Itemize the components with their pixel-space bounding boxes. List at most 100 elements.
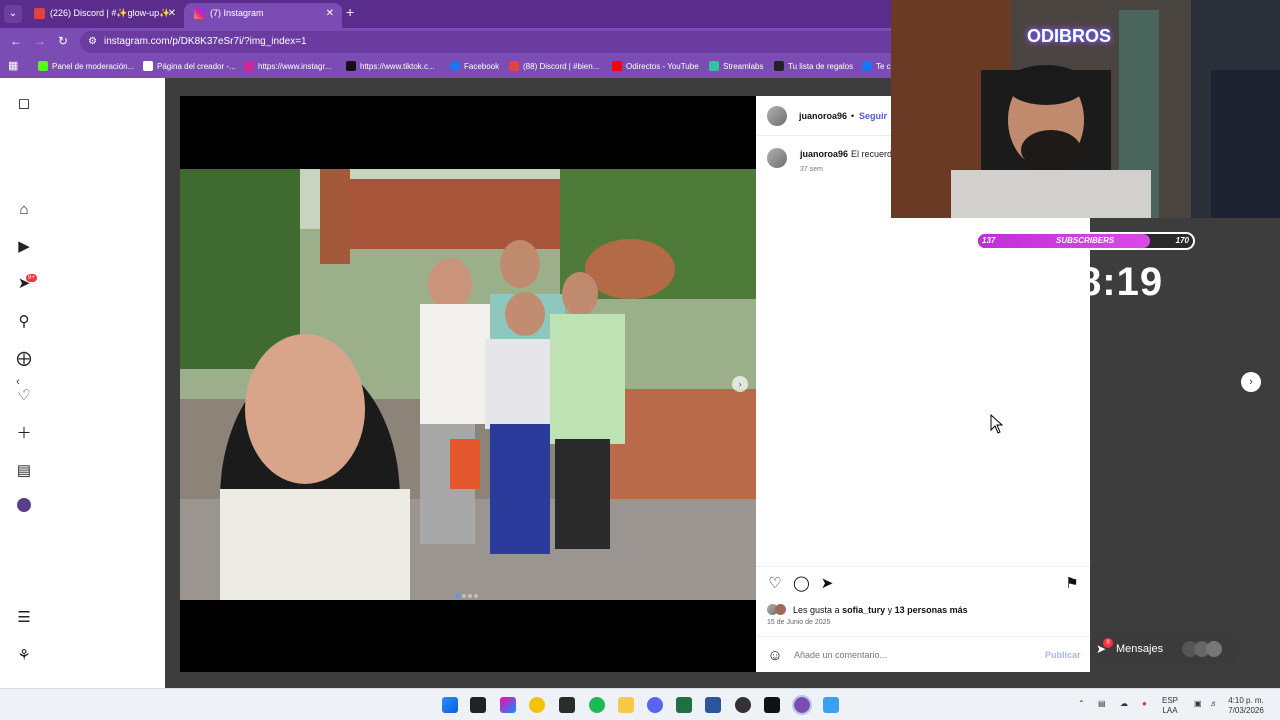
chrome-profile-icon[interactable] <box>792 695 812 715</box>
tab-instagram[interactable]: (7) Instagram ✕ <box>184 3 342 28</box>
start-icon[interactable] <box>442 697 458 713</box>
bookmark-item[interactable]: Te c <box>862 61 891 71</box>
forward-icon[interactable]: → <box>34 34 46 48</box>
explore-icon[interactable]: ⨁ <box>14 349 34 369</box>
chevron-up-icon[interactable]: ⌃ <box>1078 699 1085 709</box>
cloud-icon[interactable]: ☁ <box>1120 699 1128 709</box>
profile-icon[interactable] <box>14 498 34 518</box>
volume-icon[interactable]: ♬ <box>1210 699 1218 709</box>
like-icon[interactable]: ♡ <box>767 576 783 592</box>
emoji-icon[interactable]: ☺ <box>767 648 783 664</box>
photos-icon[interactable] <box>823 697 839 713</box>
save-bookmark-icon[interactable]: ⚑ <box>1064 576 1080 592</box>
tab-discord[interactable]: (226) Discord | #✨glow-up✨ ✕ <box>24 3 184 28</box>
apps-grid-icon[interactable]: ▦ <box>8 59 18 72</box>
caption-avatar[interactable] <box>767 148 787 168</box>
bookmark-item[interactable]: Tu lista de regalos <box>774 61 853 71</box>
publish-button[interactable]: Publicar <box>1045 650 1081 660</box>
bookmark-item[interactable]: https://www.tiktok.c... <box>346 61 435 71</box>
avatar <box>1206 641 1222 657</box>
site-info-icon[interactable]: ⚙ <box>88 31 97 53</box>
chrome-icon[interactable] <box>529 697 545 713</box>
subs-label: SUBSCRIBERS <box>1056 236 1115 245</box>
instagram-icon[interactable]: ◻ <box>14 94 34 114</box>
carousel-dot <box>474 594 478 598</box>
caption-time: 37 sem <box>800 166 823 173</box>
tab-search-button[interactable]: ⌄ <box>4 5 22 23</box>
tab-title: (7) Instagram <box>210 8 264 18</box>
obs-icon[interactable] <box>735 697 751 713</box>
author-avatar[interactable] <box>767 106 787 126</box>
caption-text: El recuerd <box>851 149 893 159</box>
bookmark-item[interactable]: Streamlabs <box>709 61 763 71</box>
bookmark-item[interactable]: Odirectos - YouTube <box>612 61 699 71</box>
spotify-icon[interactable] <box>589 697 605 713</box>
tab-title: (226) Discord | #✨glow-up✨ <box>50 8 171 18</box>
author-username[interactable]: juanoroa96 <box>799 111 847 121</box>
close-tab-icon[interactable]: ✕ <box>168 3 176 24</box>
language-indicator[interactable]: ESP LAA <box>1162 696 1178 716</box>
subs-current: 137 <box>982 236 996 245</box>
search-icon[interactable]: ⚲ <box>14 312 34 332</box>
reels-icon[interactable]: ▶ <box>14 237 34 257</box>
likes-user[interactable]: sofia_tury <box>842 605 885 615</box>
liker-avatar <box>775 604 786 615</box>
menu-icon[interactable]: ☰ <box>14 608 34 628</box>
copilot-icon[interactable] <box>500 697 516 713</box>
bookmark-item[interactable]: https://www.instagr... <box>244 61 331 71</box>
discord-icon[interactable] <box>647 697 663 713</box>
separator-dot: • <box>851 111 855 121</box>
meta-icon[interactable]: ⚘ <box>14 646 34 666</box>
microphone-icon[interactable]: ● <box>1142 699 1147 709</box>
word-icon[interactable] <box>705 697 721 713</box>
feed-background <box>48 78 165 688</box>
task-view-icon[interactable] <box>470 697 486 713</box>
bookmark-item[interactable]: Panel de moderación... <box>38 61 134 71</box>
post-photo: › <box>180 169 756 600</box>
lang-top: ESP <box>1162 696 1179 705</box>
epic-games-icon[interactable] <box>559 697 575 713</box>
likes-summary[interactable]: Les gusta a sofia_tury y 13 personas más <box>793 605 968 615</box>
file-explorer-icon[interactable] <box>618 697 634 713</box>
home-icon[interactable]: ⌂ <box>14 200 34 220</box>
capcut-icon[interactable] <box>764 697 780 713</box>
dashboard-icon[interactable]: ▤ <box>14 461 34 481</box>
share-icon[interactable]: ➤ <box>819 576 835 592</box>
reload-icon[interactable]: ↻ <box>58 34 68 48</box>
bookmark-item[interactable]: Página del creador -... <box>143 61 236 71</box>
windows-taskbar: ⌃ ▤ ☁ ● ESP LAA ▣ ♬ 4:10 p. m. 7/03/2026 <box>0 688 1280 720</box>
new-tab-button[interactable]: + <box>346 4 354 20</box>
previous-post-icon[interactable]: ‹ <box>8 372 28 392</box>
excel-icon[interactable] <box>676 697 692 713</box>
caption-username[interactable]: juanoroa96 <box>800 149 848 159</box>
divider <box>756 636 1090 637</box>
likes-join: y <box>887 605 893 615</box>
messages-badge: 9 <box>1103 638 1113 648</box>
carousel-dot <box>468 594 472 598</box>
carousel-dot-active <box>456 594 460 598</box>
address-bar[interactable]: ⚙ instagram.com/p/DK8K37eSr7i/?img_index… <box>80 31 980 53</box>
comment-icon[interactable]: ◯ <box>793 576 810 592</box>
back-icon[interactable]: ← <box>10 34 22 48</box>
divider <box>756 566 1090 567</box>
comment-input[interactable]: Añade un comentario... <box>794 650 887 660</box>
create-icon[interactable]: ＋ <box>14 424 34 444</box>
bookmark-item[interactable]: (88) Discord | #bien... <box>509 61 599 71</box>
close-tab-icon[interactable]: ✕ <box>326 3 334 24</box>
display-icon[interactable]: ▣ <box>1194 699 1202 709</box>
discord-favicon-icon <box>34 8 45 20</box>
messages-badge: 9+ <box>26 274 37 282</box>
carousel-dots <box>456 585 478 600</box>
messages-pill[interactable]: ➤ 9 Mensajes <box>1090 632 1240 666</box>
carousel-next-icon[interactable]: › <box>732 376 748 392</box>
lang-bottom: LAA <box>1162 706 1178 715</box>
messages-icon: ➤ <box>1096 642 1107 656</box>
network-icon[interactable]: ▤ <box>1098 699 1106 709</box>
bookmark-item[interactable]: Facebook <box>450 61 499 71</box>
clock[interactable]: 4:10 p. m. 7/03/2026 <box>1224 696 1268 716</box>
next-post-icon[interactable]: › <box>1241 372 1261 392</box>
likes-others[interactable]: 13 personas más <box>895 605 968 615</box>
follow-button[interactable]: Seguir <box>859 111 887 121</box>
group-selfie-image <box>180 169 756 600</box>
post-date: 15 de Junio de 2025 <box>767 619 831 626</box>
